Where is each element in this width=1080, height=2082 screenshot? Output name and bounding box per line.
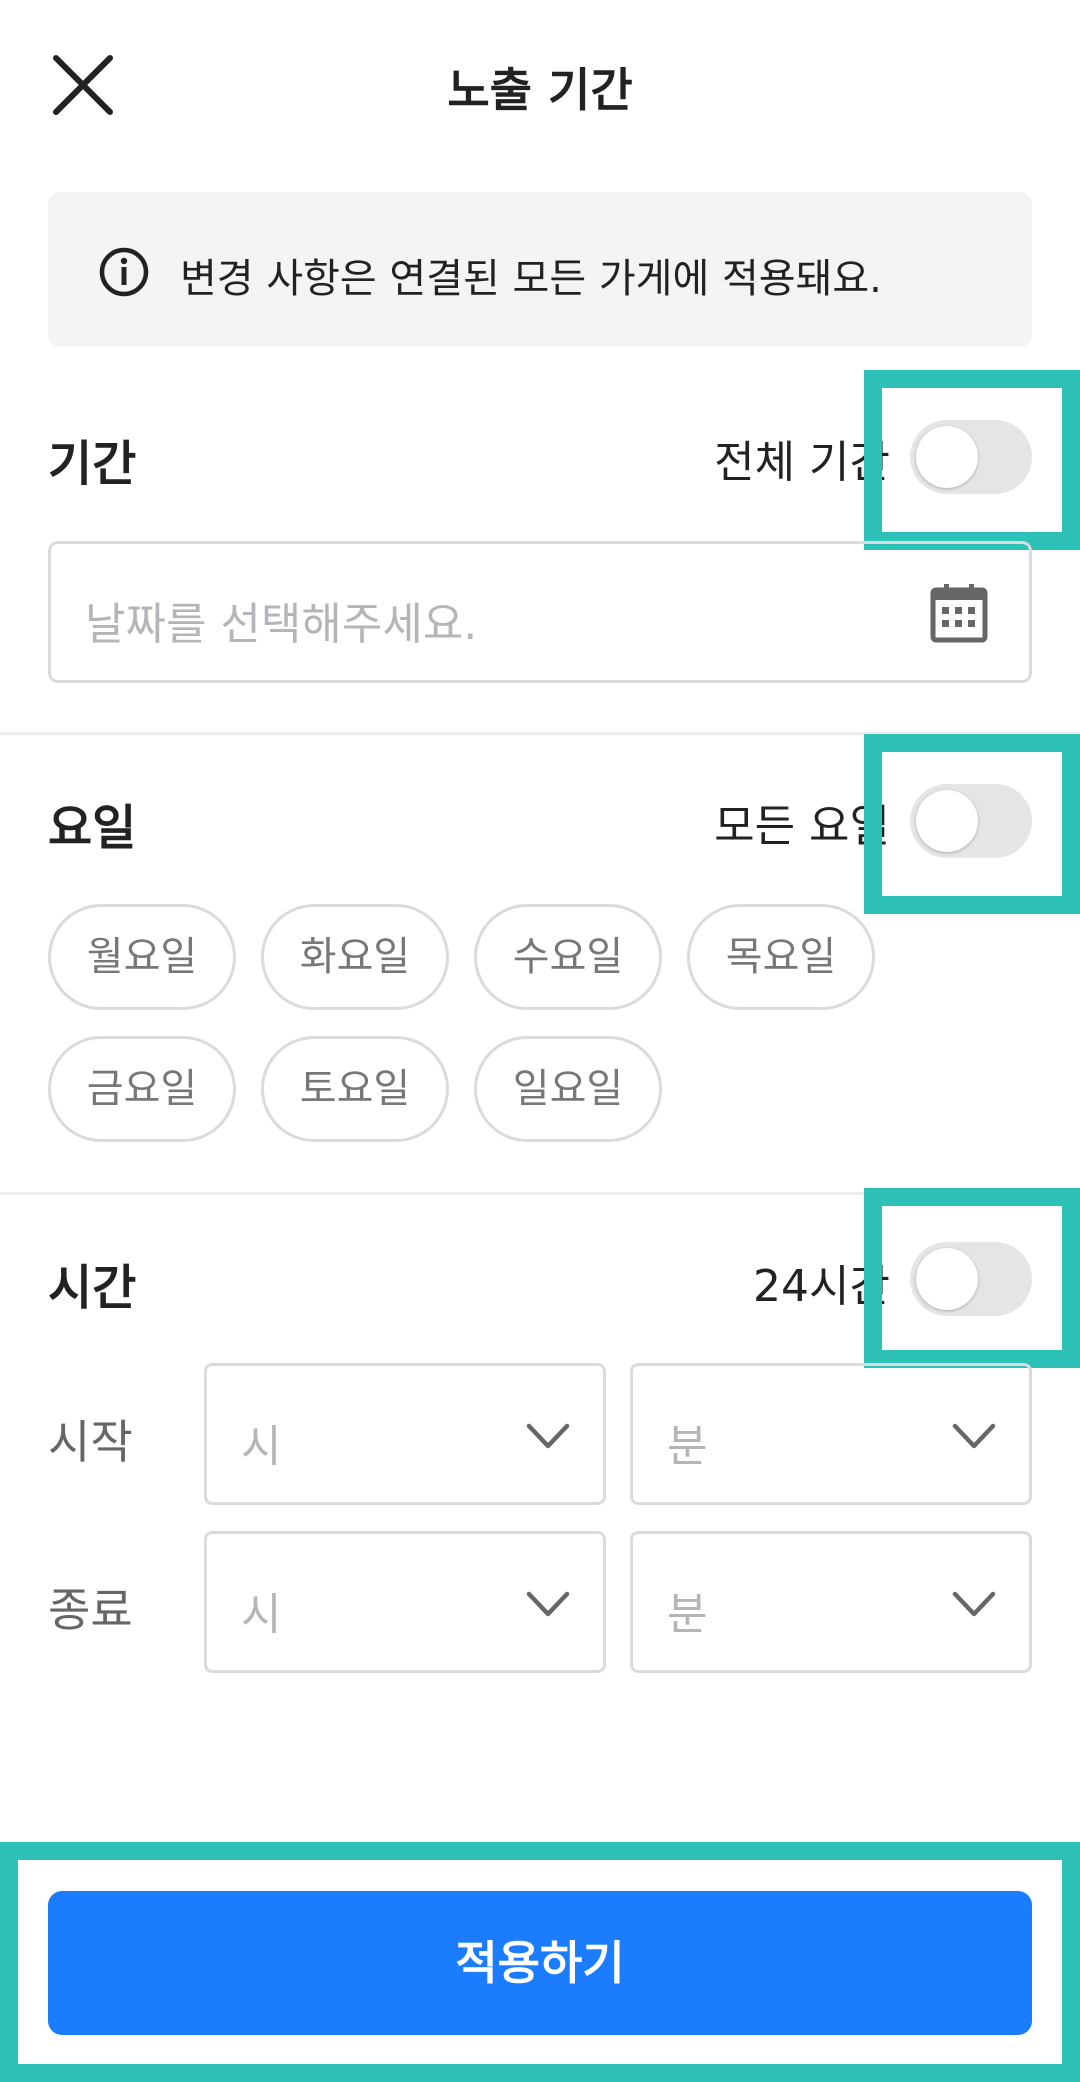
- period-toggle-label: 전체 기간: [714, 437, 890, 488]
- time-toggle-label: 24시간: [753, 1261, 890, 1312]
- date-input[interactable]: 날짜를 선택해주세요.: [48, 541, 1032, 683]
- end-minute-select[interactable]: 분: [630, 1531, 1032, 1673]
- end-hour-select[interactable]: 시: [204, 1531, 606, 1673]
- chevron-down-icon: [952, 1423, 996, 1449]
- info-icon: [99, 247, 149, 297]
- date-placeholder: 날짜를 선택해주세요.: [85, 599, 478, 650]
- chevron-down-icon: [952, 1591, 996, 1617]
- chevron-down-icon: [526, 1423, 570, 1449]
- notice-text: 변경 사항은 연결된 모든 가게에 적용돼요.: [180, 256, 882, 302]
- weekday-title: 요일: [48, 800, 137, 856]
- hour-placeholder: 시: [241, 1589, 282, 1640]
- end-label: 종료: [48, 1583, 133, 1637]
- page-title: 노출 기간: [447, 63, 633, 117]
- day-chip-wed[interactable]: 수요일: [474, 904, 662, 1010]
- weekday-toggle-label: 모든 요일: [714, 801, 890, 852]
- period-title: 기간: [48, 436, 137, 492]
- start-label: 시작: [48, 1415, 133, 1469]
- day-chip-sun[interactable]: 일요일: [474, 1036, 662, 1142]
- day-chip-fri[interactable]: 금요일: [48, 1036, 236, 1142]
- day-chip-sat[interactable]: 토요일: [261, 1036, 449, 1142]
- apply-button[interactable]: 적용하기: [48, 1891, 1032, 2035]
- day-chip-mon[interactable]: 월요일: [48, 904, 236, 1010]
- toggle-highlight: [864, 1188, 1080, 1368]
- hour-placeholder: 시: [241, 1421, 282, 1472]
- calendar-icon[interactable]: [929, 582, 989, 644]
- start-minute-select[interactable]: 분: [630, 1363, 1032, 1505]
- toggle-highlight: [864, 734, 1080, 914]
- minute-placeholder: 분: [667, 1421, 708, 1472]
- start-hour-select[interactable]: 시: [204, 1363, 606, 1505]
- day-chip-thu[interactable]: 목요일: [687, 904, 875, 1010]
- notice-banner: 변경 사항은 연결된 모든 가게에 적용돼요.: [48, 192, 1032, 347]
- day-chip-tue[interactable]: 화요일: [261, 904, 449, 1010]
- toggle-highlight: [864, 370, 1080, 550]
- time-title: 시간: [48, 1260, 137, 1316]
- chevron-down-icon: [526, 1591, 570, 1617]
- minute-placeholder: 분: [667, 1589, 708, 1640]
